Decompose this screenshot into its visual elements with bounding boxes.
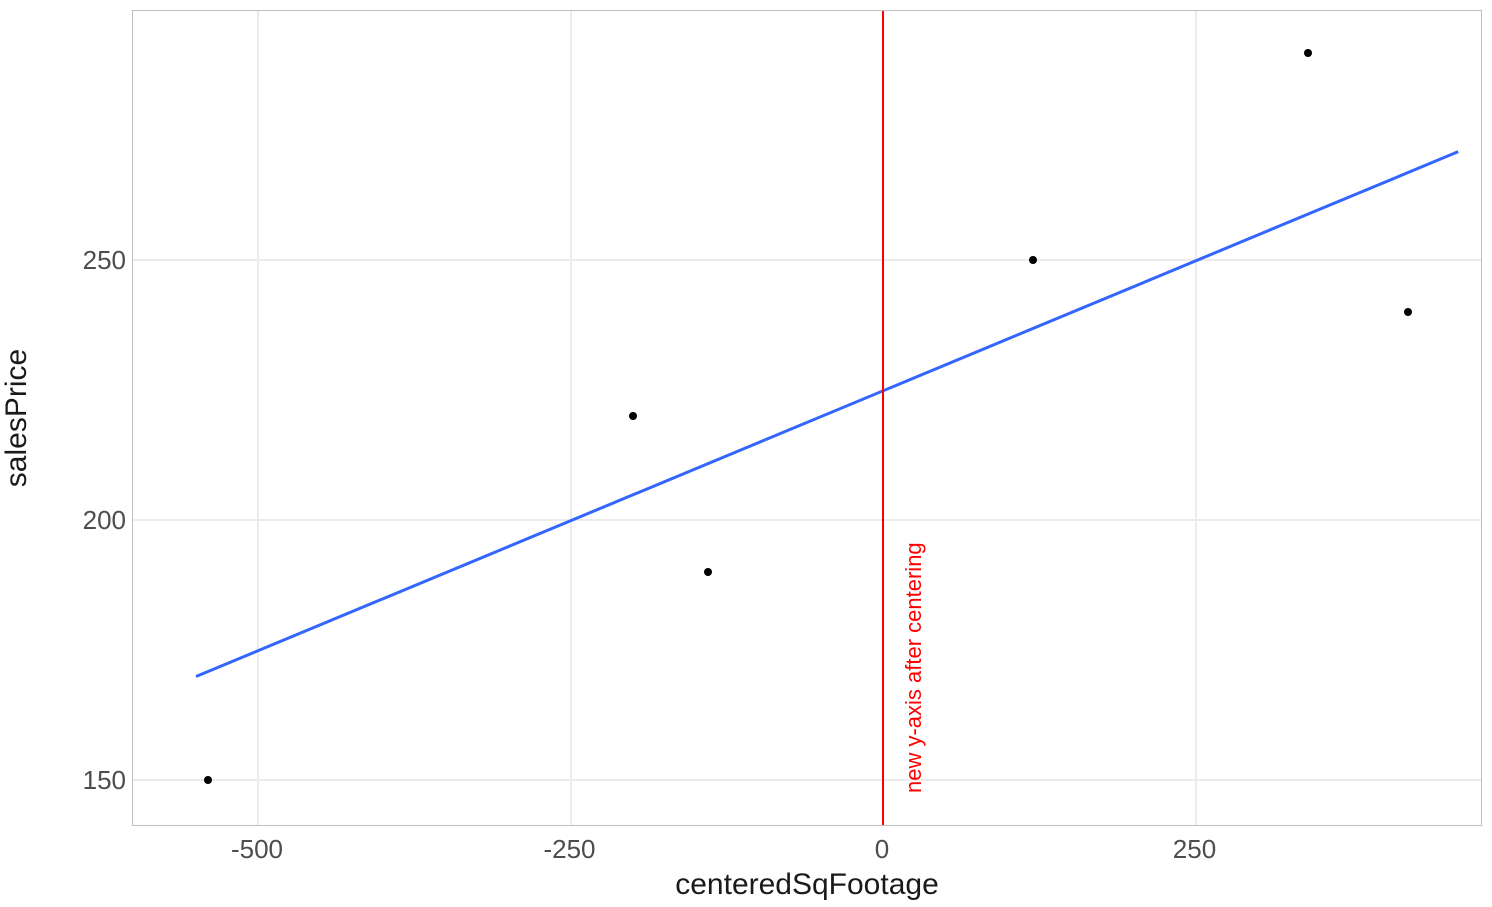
data-point [704,568,712,576]
grid-line-h [133,779,1482,781]
data-point [629,412,637,420]
grid-line-h [133,259,1482,261]
grid-line-v [570,11,572,826]
annotation-text: new y-axis after centering [901,543,927,794]
x-tick-label: -250 [510,834,630,865]
grid-line-v [1195,11,1197,826]
data-point [1029,256,1037,264]
x-tick-label: -500 [197,834,317,865]
y-tick-label: 150 [36,765,126,796]
x-axis-title: centeredSqFootage [132,868,1482,902]
y-tick-label: 200 [36,505,126,536]
x-tick-label: 0 [822,834,942,865]
regression-line [195,150,1459,678]
y-axis-title: salesPrice [0,10,38,826]
x-tick-label: 250 [1135,834,1255,865]
reference-vline [882,11,884,825]
data-point [1404,308,1412,316]
plot-panel: new y-axis after centering [132,10,1482,826]
scatter-chart: new y-axis after centering centeredSqFoo… [0,0,1492,907]
y-tick-label: 250 [36,245,126,276]
grid-line-v [257,11,259,826]
grid-line-h [133,519,1482,521]
data-point [1304,49,1312,57]
data-point [204,776,212,784]
